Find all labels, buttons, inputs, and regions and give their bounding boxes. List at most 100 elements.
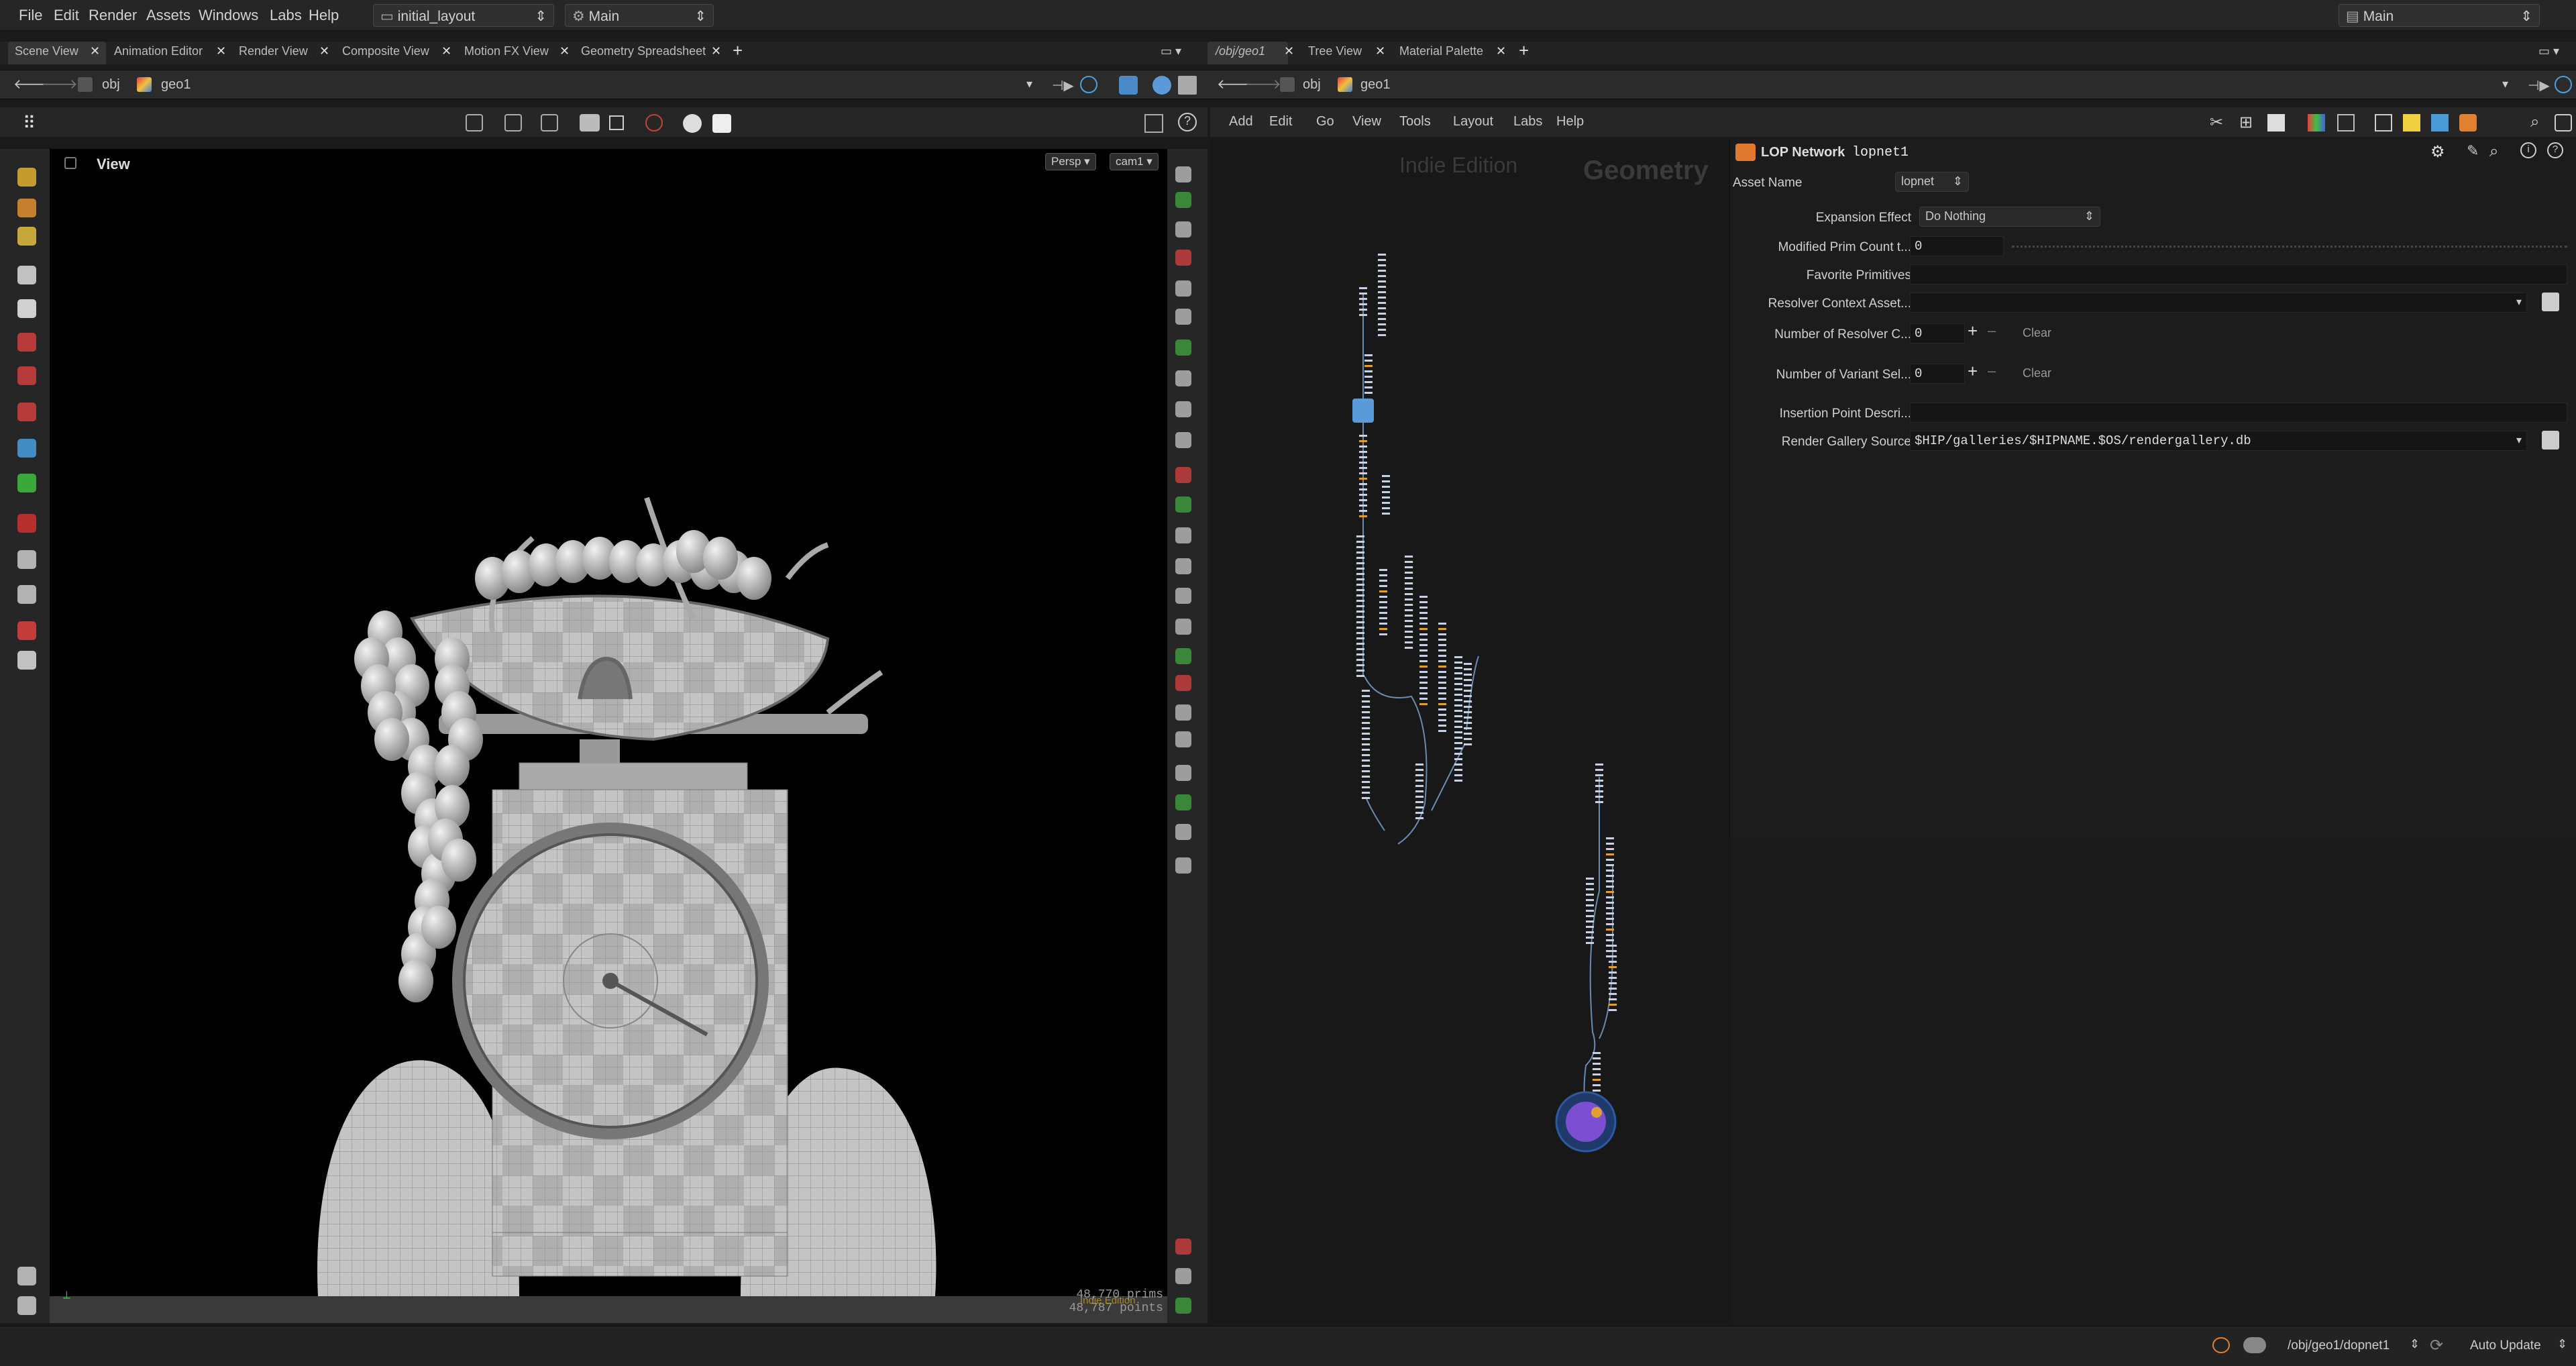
- insertion-point-field[interactable]: [1910, 403, 2567, 423]
- link-icon[interactable]: [2555, 76, 2572, 93]
- file-chooser-icon[interactable]: [2542, 431, 2559, 450]
- menu-help[interactable]: Help: [309, 7, 339, 24]
- menu-file[interactable]: File: [19, 7, 42, 24]
- network-menu-tools[interactable]: Tools: [1399, 114, 1431, 129]
- chevron-down-icon[interactable]: ▾: [2516, 295, 2522, 309]
- select-mode-icon[interactable]: [504, 114, 522, 132]
- chevron-down-icon[interactable]: ▾: [2516, 433, 2522, 447]
- variant-count-field[interactable]: 0: [1910, 364, 1965, 384]
- network-menu-go[interactable]: Go: [1316, 114, 1334, 129]
- display-tool-icon[interactable]: [1175, 704, 1191, 721]
- camera-view-icon[interactable]: [2555, 114, 2572, 132]
- display-tool-icon[interactable]: [1175, 250, 1191, 266]
- network-menu-labs[interactable]: Labs: [1513, 114, 1542, 129]
- favorite-primitives-field[interactable]: [1910, 264, 2567, 284]
- camera-icon[interactable]: [580, 114, 600, 132]
- tool-icon[interactable]: [17, 550, 36, 569]
- network-menu-add[interactable]: Add: [1229, 114, 1253, 129]
- scene-viewport[interactable]: View Persp ▾ cam1 ▾ 48,770 prims 48,787 …: [50, 149, 1167, 1323]
- tool-icon[interactable]: [17, 403, 36, 421]
- desktop-select[interactable]: ▭ initial_layout ⇕: [373, 4, 554, 27]
- transform-icon[interactable]: [541, 114, 558, 132]
- display-tool-icon[interactable]: [1175, 467, 1191, 483]
- close-icon[interactable]: ✕: [319, 44, 329, 58]
- plus-icon[interactable]: +: [1968, 321, 1978, 342]
- network-menu-view[interactable]: View: [1352, 114, 1381, 129]
- path-geo1[interactable]: geo1: [161, 77, 191, 93]
- display-tool-icon[interactable]: [1175, 794, 1191, 810]
- path-geo1[interactable]: geo1: [1360, 77, 1391, 93]
- path-obj[interactable]: obj: [1303, 77, 1321, 93]
- snapshot-icon[interactable]: [1178, 76, 1197, 95]
- file-chooser-icon[interactable]: [2542, 293, 2559, 311]
- updown-icon[interactable]: ⇕: [2410, 1337, 2420, 1351]
- display-tool-icon[interactable]: [1175, 675, 1191, 691]
- add-tab-icon[interactable]: +: [1519, 40, 1529, 61]
- settings-gear-icon[interactable]: [712, 114, 731, 133]
- minus-icon[interactable]: –: [1988, 362, 1996, 380]
- display-tool-icon[interactable]: [1175, 370, 1191, 386]
- grid-menu-icon[interactable]: ⠿: [23, 113, 36, 134]
- display-tool-icon[interactable]: [1175, 1239, 1191, 1255]
- close-icon[interactable]: ✕: [441, 44, 451, 58]
- resolver-context-field[interactable]: [1910, 293, 2527, 313]
- image-icon[interactable]: [2375, 114, 2392, 132]
- gear-icon[interactable]: ⚙: [2430, 142, 2445, 162]
- shading-icon[interactable]: [1152, 76, 1171, 95]
- updown-icon[interactable]: ⇕: [2557, 1337, 2567, 1351]
- tool-icon[interactable]: [17, 266, 36, 284]
- update-mode[interactable]: Auto Update: [2470, 1338, 2541, 1353]
- forward-arrow-icon[interactable]: 🡒: [1245, 76, 1281, 93]
- display-tool-icon[interactable]: [1175, 166, 1191, 182]
- display-tool-icon[interactable]: [1175, 558, 1191, 574]
- display-options-icon[interactable]: [1119, 76, 1138, 95]
- wrench-icon[interactable]: ✂: [2210, 113, 2223, 132]
- expansion-effect-select[interactable]: Do Nothing ⇕: [1919, 207, 2100, 227]
- display-tool-icon[interactable]: [1175, 309, 1191, 325]
- network-menu-edit[interactable]: Edit: [1269, 114, 1292, 129]
- color-palette-icon[interactable]: [2308, 114, 2325, 132]
- network-menu-layout[interactable]: Layout: [1453, 114, 1493, 129]
- pane-menu-icon[interactable]: ▭ ▾: [1161, 44, 1181, 58]
- add-tab-icon[interactable]: +: [733, 40, 743, 61]
- cloud-icon[interactable]: [2243, 1337, 2266, 1353]
- right-context-select[interactable]: ▤ Main ⇕: [2339, 4, 2540, 27]
- search-icon[interactable]: ⌕: [2530, 113, 2539, 132]
- tab-scene-view[interactable]: Scene View: [15, 44, 78, 58]
- tool-icon[interactable]: [17, 1267, 36, 1285]
- modified-prim-count-field[interactable]: 0: [1910, 236, 2004, 256]
- menu-render[interactable]: Render: [89, 7, 137, 24]
- tab-animation-editor[interactable]: Animation Editor: [114, 44, 203, 58]
- tab-motion-fx-view[interactable]: Motion FX View: [464, 44, 549, 58]
- list-icon[interactable]: [2267, 114, 2285, 132]
- close-icon[interactable]: ✕: [559, 44, 570, 58]
- resolver-count-field[interactable]: 0: [1910, 323, 1965, 344]
- display-tool-icon[interactable]: [1175, 648, 1191, 664]
- display-tool-icon[interactable]: [1175, 765, 1191, 781]
- network-editor[interactable]: Indie Edition Geometry: [1210, 140, 1729, 1323]
- link-icon[interactable]: [1080, 76, 1097, 93]
- display-tool-icon[interactable]: [1175, 192, 1191, 208]
- network-menu-help[interactable]: Help: [1556, 114, 1584, 129]
- display-tool-icon[interactable]: [1175, 619, 1191, 635]
- minus-icon[interactable]: –: [1988, 322, 1996, 339]
- close-icon[interactable]: ✕: [1284, 44, 1294, 58]
- tab-composite-view[interactable]: Composite View: [342, 44, 429, 58]
- tool-icon[interactable]: [17, 651, 36, 670]
- tool-icon[interactable]: [17, 299, 36, 318]
- record-icon[interactable]: [645, 114, 663, 132]
- sticky-note-icon[interactable]: [2403, 114, 2420, 132]
- tab-render-view[interactable]: Render View: [239, 44, 308, 58]
- tool-icon[interactable]: [17, 168, 36, 187]
- close-icon[interactable]: ✕: [711, 44, 721, 58]
- display-tool-icon[interactable]: [1175, 401, 1191, 417]
- menu-assets[interactable]: Assets: [146, 7, 191, 24]
- render-gallery-source-field[interactable]: $HIP/galleries/$HIPNAME.$OS/rendergaller…: [1910, 431, 2527, 451]
- pin-icon[interactable]: ⊣▶: [2528, 77, 2550, 94]
- performance-icon[interactable]: [2212, 1337, 2230, 1353]
- pin-icon[interactable]: ⊣▶: [1052, 77, 1074, 94]
- close-icon[interactable]: ✕: [216, 44, 226, 58]
- display-tool-icon[interactable]: [1175, 432, 1191, 448]
- display-tool-icon[interactable]: [1175, 857, 1191, 874]
- refresh-icon[interactable]: ⟳: [2430, 1336, 2443, 1355]
